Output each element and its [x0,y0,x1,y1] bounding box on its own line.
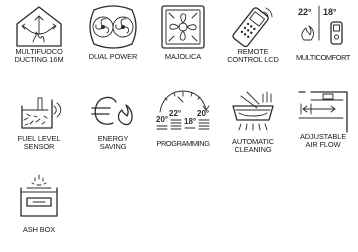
feature-programming: 20° 22° 18° 20° PROGRAMMING [147,88,219,168]
remote-control-icon [232,7,273,48]
dual-fan-icon [89,5,137,49]
feature-label: DUAL POWER [88,52,138,61]
programming-clock-icon: 20° 22° 18° 20° [156,90,210,130]
thermostat-icon: 22° 18° [298,5,343,45]
temp-1: 20° [156,115,168,124]
feature-label: ASH BOX [22,225,56,234]
feature-label: ENERGY SAVING [97,134,129,152]
feature-label: MAJOLICA [164,52,202,61]
feature-label: ADJUSTABLE AIR FLOW [299,132,347,150]
feature-label: MULTICOMFORT [295,53,351,62]
feature-fuel-level: FUEL LEVEL SENSOR [3,88,75,168]
feature-remote: REMOTE CONTROL LCD [217,4,289,84]
feature-majolica: MAJOLICA [147,4,219,84]
air-flow-icon [298,91,348,133]
temp-4: 20° [197,109,209,118]
temp-right: 18° [323,7,337,17]
feature-label: REMOTE CONTROL LCD [227,47,279,65]
feature-dual-power: DUAL POWER [77,4,149,84]
feature-adjustable-air: ADJUSTABLE AIR FLOW [287,88,358,168]
temp-3: 18° [184,117,196,126]
feature-label: AUTOMATIC CLEANING [232,137,274,155]
feature-label: FUEL LEVEL SENSOR [17,134,61,152]
feature-multifuoco: MULTIFUOCO DUCTING 16M [3,4,75,84]
cleaning-brazier-icon [232,91,274,131]
temp-left: 22° [298,7,312,17]
feature-multicomfort: 22° 18° MULTICOMFORT [287,4,358,84]
fuel-level-icon [21,97,62,129]
feature-label: PROGRAMMING [156,139,210,148]
house-airflow-icon [16,6,62,47]
feature-label: MULTIFUOCO DUCTING 16M [14,47,64,65]
ash-box-icon [20,174,58,217]
features-grid: MULTIFUOCO DUCTING 16M DUAL POWER MAJOLI… [0,0,358,246]
feature-energy-saving: ENERGY SAVING [77,88,149,168]
majolica-tile-icon [161,5,205,49]
temp-2: 22° [169,109,181,118]
feature-ash-box: ASH BOX [3,172,75,252]
feature-auto-cleaning: AUTOMATIC CLEANING [217,88,289,168]
euro-flame-icon [91,96,133,126]
